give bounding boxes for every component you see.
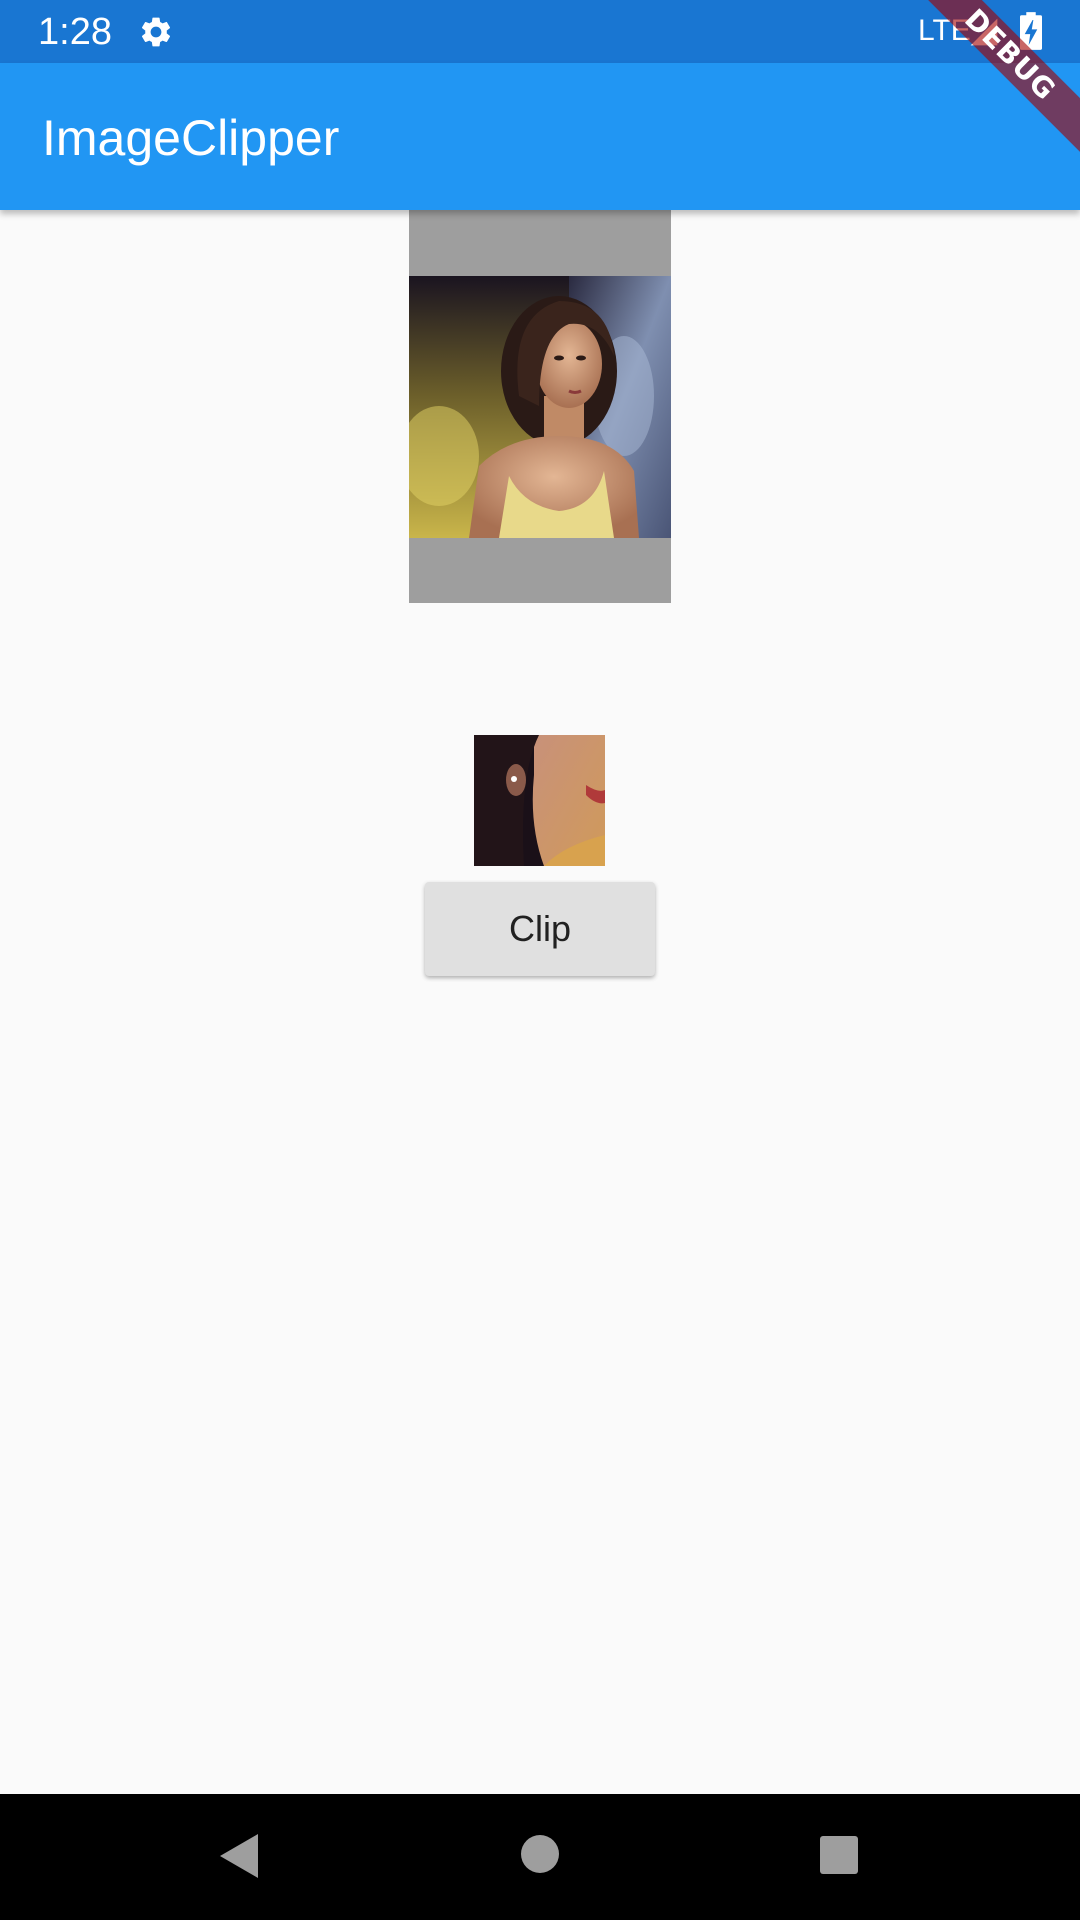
recents-icon[interactable] bbox=[818, 1834, 860, 1876]
app-title: ImageClipper bbox=[42, 110, 340, 166]
battery-charging-icon bbox=[1020, 12, 1042, 50]
clip-button[interactable]: Clip bbox=[425, 882, 655, 976]
gear-icon bbox=[138, 14, 174, 50]
back-icon[interactable] bbox=[218, 1832, 260, 1880]
network-type-label: LTE bbox=[918, 14, 971, 47]
home-icon[interactable] bbox=[518, 1832, 562, 1876]
status-bar: 1:28 LTE bbox=[0, 0, 1080, 63]
signal-icon bbox=[968, 16, 1000, 48]
app-bar: ImageClipper bbox=[0, 63, 1080, 210]
screen: 1:28 LTE DEBUG ImageClipper Clip bbox=[0, 0, 1080, 1920]
source-image-frame bbox=[409, 210, 671, 603]
nav-bar bbox=[0, 1794, 1080, 1920]
status-time: 1:28 bbox=[38, 11, 112, 53]
source-photo bbox=[409, 276, 671, 538]
clipped-photo bbox=[474, 735, 605, 866]
